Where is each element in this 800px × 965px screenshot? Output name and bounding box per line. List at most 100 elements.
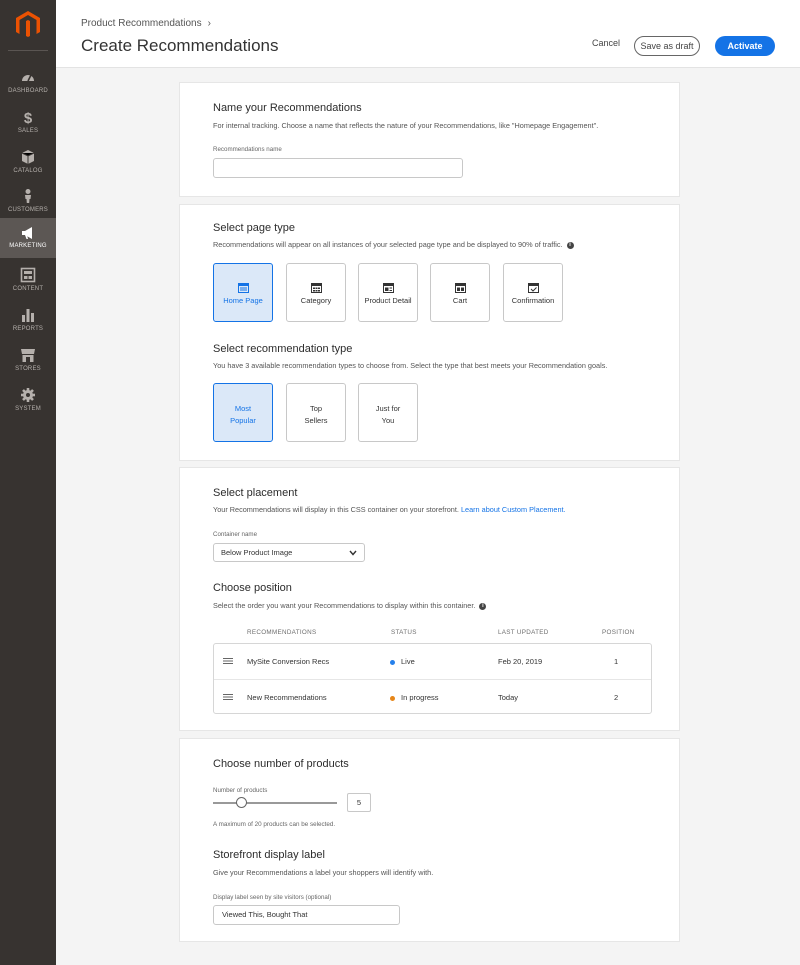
home-page-icon	[238, 283, 249, 293]
storefront-icon	[21, 349, 35, 362]
page-header: Product Recommendations › Create Recomme…	[56, 0, 800, 68]
breadcrumb-link[interactable]: Product Recommendations	[81, 18, 202, 29]
activate-button[interactable]: Activate	[715, 36, 775, 56]
category-icon	[311, 283, 322, 293]
cube-icon	[21, 150, 35, 164]
cancel-button[interactable]: Cancel	[592, 38, 620, 48]
magento-logo-icon[interactable]	[14, 10, 42, 40]
rec-type-top-sellers[interactable]: Top Sellers	[286, 383, 346, 442]
products-hint: A maximum of 20 products can be selected…	[213, 821, 336, 828]
page-type-category[interactable]: Category	[286, 263, 346, 322]
products-slider-track[interactable]	[213, 802, 337, 804]
products-slider-thumb[interactable]	[236, 797, 247, 808]
products-section: Choose number of products Number of prod…	[179, 738, 680, 942]
page-type-product-detail[interactable]: Product Detail	[358, 263, 418, 322]
sidebar-item-stores[interactable]: STORES	[0, 344, 56, 384]
status-dot-icon	[390, 695, 395, 701]
custom-placement-link[interactable]: Learn about Custom Placement.	[461, 505, 566, 514]
sidebar-item-label: CUSTOMERS	[7, 207, 49, 213]
section-heading: Select recommendation type	[213, 343, 353, 355]
save-as-draft-button[interactable]: Save as draft	[634, 36, 700, 56]
status-cell: Live	[390, 657, 415, 666]
tile-label: Home Page	[223, 296, 263, 305]
field-label: Display label seen by site visitors (opt…	[213, 894, 332, 901]
sidebar-item-label: STORES	[15, 366, 41, 372]
info-icon[interactable]: i	[479, 602, 487, 610]
sidebar-item-dashboard[interactable]: DASHBOARD	[0, 66, 56, 106]
sidebar-item-system[interactable]: SYSTEM	[0, 384, 56, 424]
field-label: Recommendations name	[213, 146, 282, 153]
admin-sidebar: DASHBOARD $ SALES CATALOG CUSTOMERS MARK…	[0, 0, 56, 965]
last-updated: Today	[498, 693, 519, 702]
rec-type-just-for-you[interactable]: Just for You	[358, 383, 418, 442]
section-description: Your Recommendations will display in thi…	[213, 505, 566, 514]
last-updated: Feb 20, 2019	[498, 657, 543, 666]
sidebar-item-label: SALES	[17, 128, 39, 134]
section-heading: Select placement	[213, 487, 298, 499]
recommendations-name-input[interactable]	[213, 158, 463, 178]
dashboard-icon	[22, 74, 34, 82]
section-heading: Name your Recommendations	[213, 102, 362, 114]
sidebar-item-marketing[interactable]: MARKETING	[0, 218, 56, 258]
tile-label: Just for You	[375, 404, 401, 425]
sidebar-item-label: MARKETING	[9, 243, 47, 249]
svg-text:$: $	[24, 110, 33, 125]
breadcrumb: Product Recommendations ›	[81, 18, 211, 29]
section-description: Select the order you want your Recommend…	[213, 601, 487, 610]
product-detail-icon	[383, 283, 394, 293]
select-value: Below Product Image	[221, 548, 293, 557]
column-header: POSITION	[602, 629, 635, 636]
sidebar-item-label: DASHBOARD	[8, 88, 48, 94]
rec-type-most-popular[interactable]: Most Popular	[213, 383, 273, 442]
dollar-icon: $	[24, 110, 33, 125]
sidebar-item-label: CATALOG	[13, 168, 43, 174]
name-section: Name your Recommendations For internal t…	[179, 82, 680, 197]
page-title: Create Recommendations	[81, 36, 279, 55]
display-label-input[interactable]: Viewed This, Bought That	[213, 905, 400, 925]
position-table: MySite Conversion Recs Live Feb 20, 2019…	[213, 643, 652, 714]
page-type-section: Select page type Recommendations will ap…	[179, 204, 680, 461]
section-heading: Choose number of products	[213, 758, 349, 770]
table-row[interactable]: MySite Conversion Recs Live Feb 20, 2019…	[214, 644, 651, 679]
recommendation-name: MySite Conversion Recs	[247, 657, 330, 666]
megaphone-icon	[22, 227, 32, 239]
recommendation-name: New Recommendations	[247, 693, 327, 702]
tile-label: Top Sellers	[304, 404, 328, 425]
sidebar-item-label: CONTENT	[12, 286, 44, 292]
drag-handle-icon[interactable]	[223, 694, 233, 700]
container-name-select[interactable]: Below Product Image	[213, 543, 365, 562]
sidebar-item-content[interactable]: CONTENT	[0, 264, 56, 304]
sidebar-item-catalog[interactable]: CATALOG	[0, 146, 56, 186]
page-type-confirmation[interactable]: Confirmation	[503, 263, 563, 322]
status-dot-icon	[390, 659, 395, 665]
info-icon[interactable]: i	[566, 241, 574, 249]
tile-label: Cart	[452, 296, 468, 305]
bar-chart-icon	[22, 309, 34, 322]
section-description: For internal tracking. Choose a name tha…	[213, 121, 599, 130]
placement-section: Select placement Your Recommendations wi…	[179, 467, 680, 731]
person-icon	[25, 189, 31, 203]
section-heading: Choose position	[213, 582, 292, 594]
sidebar-item-reports[interactable]: REPORTS	[0, 304, 56, 344]
tile-label: Confirmation	[511, 296, 555, 305]
drag-handle-icon[interactable]	[223, 658, 233, 664]
confirmation-icon	[528, 283, 539, 293]
tile-label: Category	[300, 296, 332, 305]
section-heading: Select page type	[213, 222, 295, 234]
products-count-input[interactable]: 5	[347, 793, 371, 812]
sidebar-item-sales[interactable]: $ SALES	[0, 106, 56, 146]
page-type-home-page[interactable]: Home Page	[213, 263, 273, 322]
position-value: 2	[614, 693, 619, 702]
sidebar-item-label: SYSTEM	[15, 406, 41, 412]
sidebar-item-label: REPORTS	[12, 326, 44, 332]
cart-icon	[455, 283, 466, 293]
tile-label: Product Detail	[364, 296, 412, 305]
field-label: Number of products	[213, 787, 268, 794]
section-description: Give your Recommendations a label your s…	[213, 868, 434, 877]
position-value: 1	[614, 657, 619, 666]
page-type-cart[interactable]: Cart	[430, 263, 490, 322]
table-row[interactable]: New Recommendations In progress Today 2	[214, 679, 651, 714]
section-description: You have 3 available recommendation type…	[213, 361, 608, 370]
status-cell: In progress	[390, 693, 439, 702]
chevron-down-icon	[349, 550, 357, 556]
